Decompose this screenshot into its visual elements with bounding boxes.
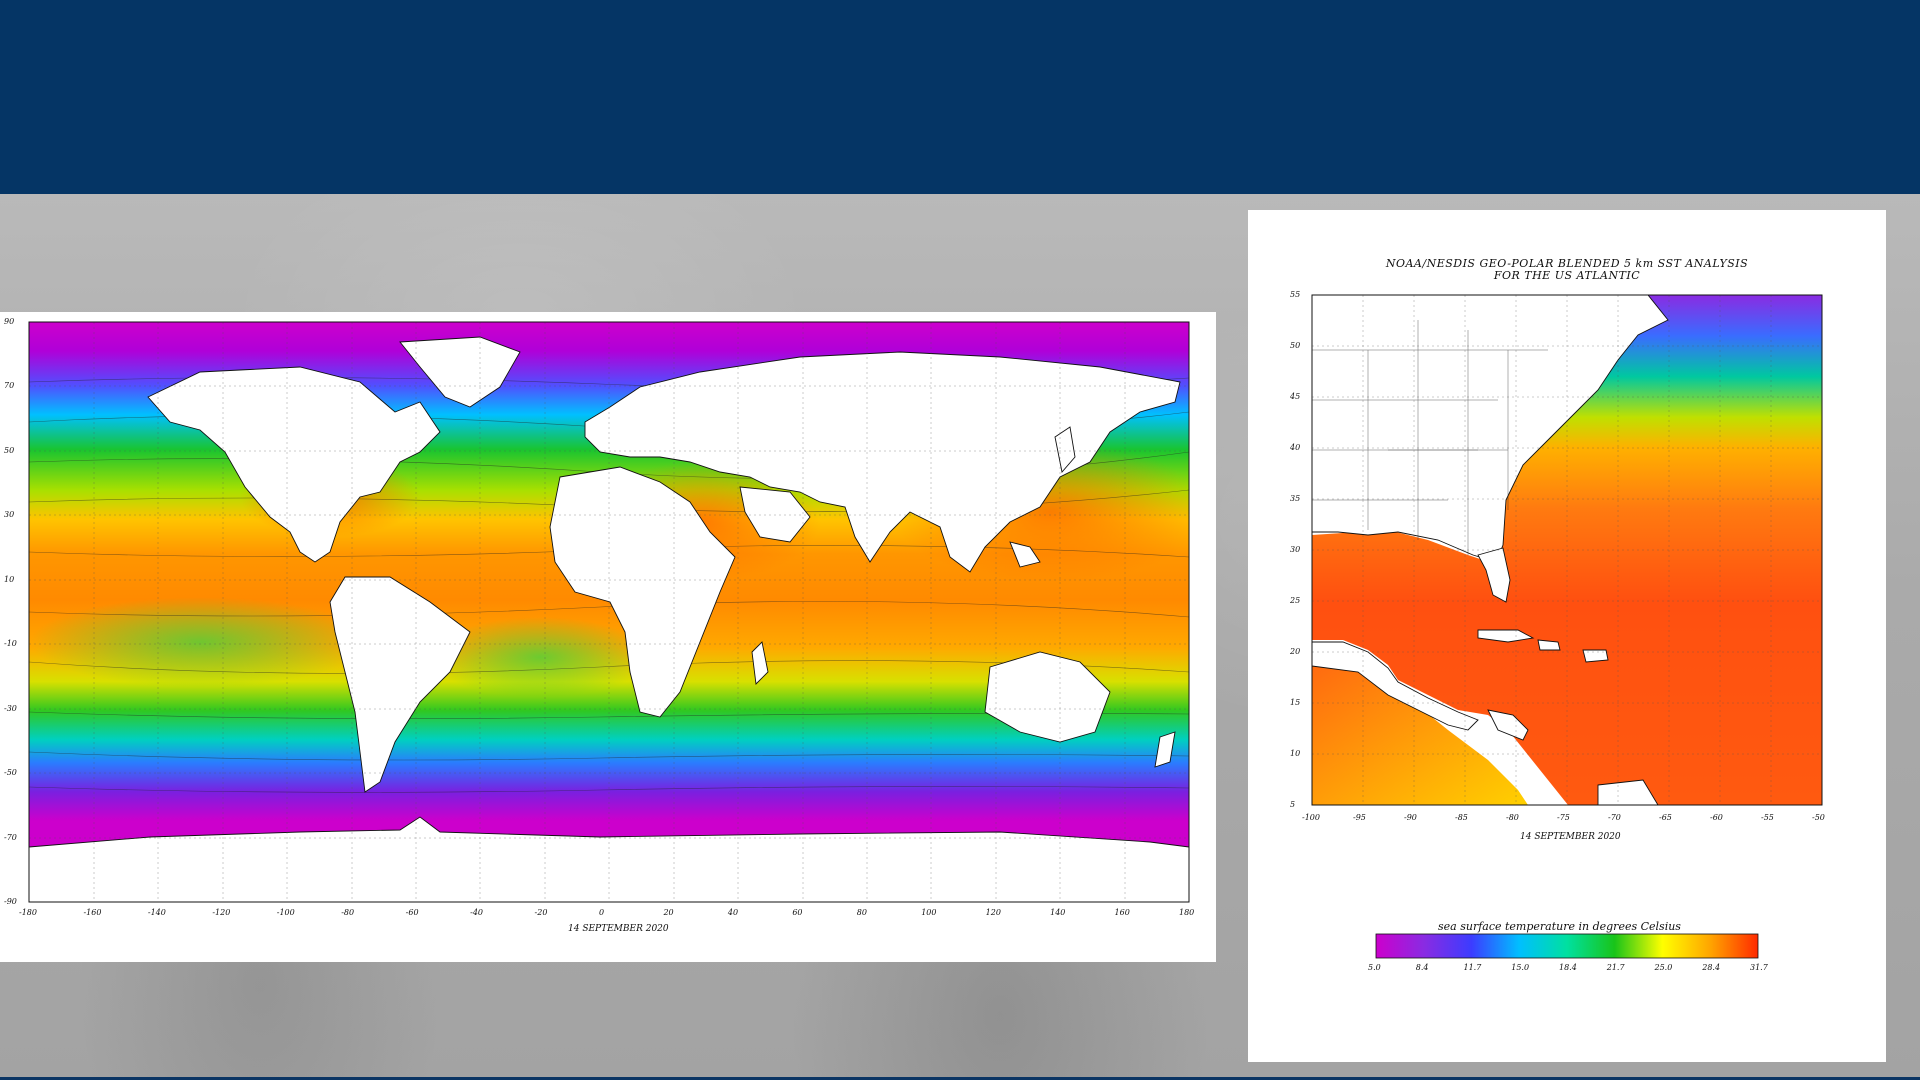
atlantic-lat-tick: 20 — [1290, 647, 1301, 656]
global-lat-tick: 70 — [4, 381, 15, 391]
colorbar-tick: 15.0 — [1511, 963, 1530, 972]
global-lat-tick: -30 — [4, 703, 17, 713]
atlantic-lat-tick: 25 — [1290, 596, 1301, 605]
global-lon-tick: 0 — [599, 908, 605, 917]
global-lon-tick: -40 — [470, 908, 483, 917]
global-lon-tick: -80 — [341, 908, 355, 917]
global-lat-tick: -90 — [4, 897, 17, 906]
atlantic-lon-tick: -55 — [1761, 813, 1774, 822]
global-lon-tick: 60 — [792, 908, 803, 917]
atlantic-lat-tick: 5 — [1290, 800, 1296, 809]
global-lon-tick: 80 — [856, 908, 867, 917]
atlantic-lon-tick: -50 — [1812, 813, 1825, 822]
global-map-date: 14 SEPTEMBER 2020 — [568, 924, 669, 934]
global-sst-map-panel: -180 -160 -140 -120 -100 -80 -60 -40 -20 0 20 40 60 8… — [0, 312, 1216, 962]
global-lat-tick: 50 — [4, 445, 15, 455]
atlantic-lat-tick: 50 — [1290, 341, 1301, 350]
slide: -180 -160 -140 -120 -100 -80 -60 -40 -20 0 20 40 60 8… — [0, 0, 1920, 1080]
atlantic-lon-tick: -70 — [1608, 813, 1621, 822]
global-lon-tick: -180 — [19, 908, 37, 917]
global-lon-tick: 40 — [727, 908, 739, 917]
global-lon-tick: -60 — [405, 908, 419, 917]
global-lon-tick: 180 — [1179, 908, 1195, 917]
colorbar-tick: 11.7 — [1463, 963, 1482, 972]
global-lon-tick: -20 — [534, 908, 548, 917]
colorbar-tick: 25.0 — [1654, 963, 1673, 972]
colorbar-tick: 31.7 — [1750, 963, 1768, 972]
atlantic-lat-tick: 15 — [1290, 698, 1301, 707]
atlantic-lon-tick: -65 — [1659, 813, 1672, 822]
atlantic-lat-tick: 45 — [1290, 392, 1301, 401]
global-lon-tick: 120 — [985, 908, 1001, 917]
global-lat-tick: 30 — [4, 510, 15, 520]
atlantic-lon-tick: -100 — [1302, 813, 1320, 822]
atlantic-lon-tick: -60 — [1710, 813, 1723, 822]
colorbar-tick: 28.4 — [1702, 963, 1721, 972]
atlantic-lat-tick: 35 — [1290, 494, 1301, 503]
atlantic-sst-map-panel: NOAA/NESDIS GEO-POLAR BLENDED 5 km SST A… — [1248, 210, 1886, 1062]
atlantic-lat-tick: 40 — [1290, 443, 1301, 452]
global-lon-tick: -120 — [212, 908, 231, 917]
global-lon-tick: -100 — [276, 908, 295, 917]
atlantic-lat-tick: 55 — [1290, 290, 1301, 299]
global-lon-tick: 100 — [921, 908, 937, 917]
global-lon-tick: 160 — [1114, 908, 1130, 917]
header-bar — [0, 0, 1920, 194]
colorbar-tick: 18.4 — [1559, 963, 1577, 972]
atlantic-lon-tick: -80 — [1506, 813, 1519, 822]
global-lon-tick: -160 — [83, 908, 102, 917]
global-lon-tick: 140 — [1050, 908, 1066, 917]
atlantic-lon-tick: -95 — [1353, 813, 1366, 822]
colorbar-tick: 21.7 — [1606, 963, 1625, 972]
global-lon-tick: -140 — [147, 908, 166, 917]
colorbar-tick: 8.4 — [1415, 963, 1429, 972]
atlantic-lat-tick: 30 — [1290, 545, 1301, 554]
atlantic-sst-map — [1311, 294, 1823, 806]
atlantic-lon-tick: -90 — [1404, 813, 1417, 822]
global-lon-tick: 20 — [663, 908, 674, 917]
global-lat-tick: -50 — [4, 768, 17, 778]
atlantic-lon-tick: -75 — [1557, 813, 1570, 822]
global-lat-tick: 90 — [4, 317, 15, 326]
global-sst-map — [28, 321, 1190, 903]
colorbar-label: sea surface temperature in degrees Celsi… — [1438, 920, 1681, 933]
global-lat-tick: 10 — [4, 574, 15, 584]
global-lat-tick: -10 — [4, 639, 17, 649]
atlantic-lon-tick: -85 — [1455, 813, 1468, 822]
atlantic-map-date: 14 SEPTEMBER 2020 — [1520, 832, 1621, 842]
colorbar-tick: 5.0 — [1368, 963, 1381, 972]
atlantic-lat-tick: 10 — [1290, 749, 1301, 758]
global-lat-tick: -70 — [4, 832, 17, 842]
